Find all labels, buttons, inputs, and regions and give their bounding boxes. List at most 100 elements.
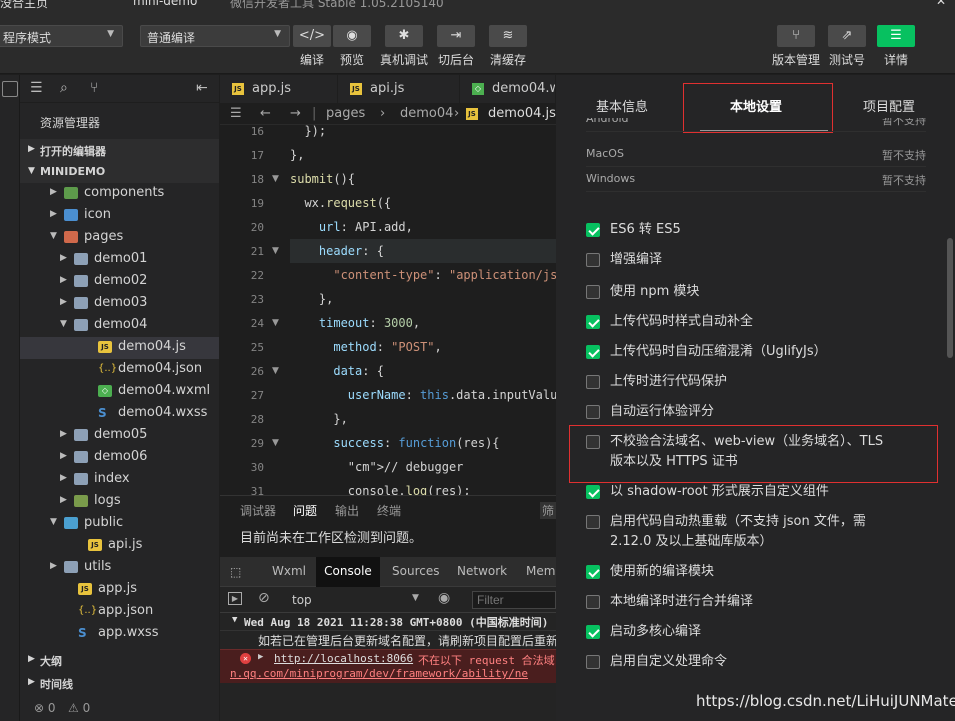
- tab-console[interactable]: Console: [316, 557, 380, 587]
- back-icon[interactable]: ←: [260, 106, 271, 121]
- close-icon[interactable]: ✕: [936, 0, 946, 8]
- tree-folder[interactable]: ▼ pages: [20, 227, 219, 249]
- breadcrumb-item[interactable]: demo04.js: [488, 106, 556, 121]
- tab-wxml[interactable]: Wxml: [272, 564, 306, 578]
- eye-icon[interactable]: ◉: [438, 590, 450, 606]
- log-error-row[interactable]: ✕ ▶ http://localhost:8066 不在以下 request 合…: [220, 649, 556, 683]
- fold-icon[interactable]: ▼: [272, 246, 279, 256]
- tab-sources[interactable]: Sources: [392, 564, 439, 578]
- bug-button[interactable]: ✱ 真机调试: [380, 25, 428, 68]
- tree-file[interactable]: JS demo04.js: [20, 337, 219, 359]
- mode-select[interactable]: 程序模式 ▼: [0, 25, 123, 47]
- tree-folder[interactable]: ▶ demo01: [20, 249, 219, 271]
- log-date-row[interactable]: ▼ Wed Aug 18 2021 11:28:38 GMT+0800 (中国标…: [220, 613, 556, 631]
- log-error-link[interactable]: n.qq.com/miniprogram/dev/framework/abili…: [230, 667, 528, 680]
- collapse-icon[interactable]: ⇤: [196, 80, 208, 96]
- tree-folder[interactable]: ▶ index: [20, 469, 219, 491]
- tree-folder[interactable]: ▶ components: [20, 183, 219, 205]
- settings-scrollbar[interactable]: [947, 238, 953, 358]
- outline-header[interactable]: ▶ 大纲: [20, 649, 219, 671]
- tree-label: demo04.js: [118, 339, 186, 354]
- tab-filter[interactable]: 筛: [540, 502, 557, 519]
- tree-folder[interactable]: ▶ demo06: [20, 447, 219, 469]
- checkbox[interactable]: [586, 375, 600, 389]
- fold-icon[interactable]: ▼: [272, 366, 279, 376]
- tree-folder[interactable]: ▶ demo03: [20, 293, 219, 315]
- checkbox[interactable]: [586, 515, 600, 529]
- search-icon[interactable]: ⌕: [60, 80, 68, 96]
- os-support-row: MacOS 暂不支持: [586, 143, 926, 167]
- tree-file[interactable]: JS app.js: [20, 579, 219, 601]
- timeline-header[interactable]: ▶ 时间线: [20, 672, 219, 694]
- list-icon[interactable]: ☰: [30, 80, 43, 96]
- tree-file[interactable]: ◇ demo04.wxml: [20, 381, 219, 403]
- checkbox[interactable]: [586, 595, 600, 609]
- tab-memory[interactable]: Mem: [526, 564, 555, 578]
- files-icon[interactable]: [2, 81, 18, 97]
- checkbox[interactable]: [586, 655, 600, 669]
- tree-folder[interactable]: ▶ demo02: [20, 271, 219, 293]
- external-button[interactable]: ⇗ 测试号: [823, 25, 871, 68]
- console-filter-input[interactable]: [472, 591, 556, 609]
- checkbox[interactable]: [586, 485, 600, 499]
- open-editors-header[interactable]: ▶ 打开的编辑器: [20, 139, 219, 161]
- checkbox[interactable]: [586, 315, 600, 329]
- project-header[interactable]: ▼ MINIDEMO: [20, 161, 219, 183]
- tree-folder[interactable]: ▶ icon: [20, 205, 219, 227]
- branch-button[interactable]: ⑂ 版本管理: [772, 25, 820, 68]
- editor-tab[interactable]: JS api.js: [338, 75, 460, 103]
- checkbox[interactable]: [586, 625, 600, 639]
- checkbox[interactable]: [586, 253, 600, 267]
- tab-debugger[interactable]: 调试器: [240, 502, 276, 519]
- tab-project-config[interactable]: 项目配置: [863, 96, 915, 115]
- git-branch-icon[interactable]: ⑂: [90, 80, 98, 96]
- breadcrumb-item[interactable]: demo04: [400, 106, 453, 121]
- tree-folder[interactable]: ▼ public: [20, 513, 219, 535]
- tab-terminal[interactable]: 终端: [377, 502, 401, 519]
- console-filter-bar: ▶ ⊘ top ▼ ◉: [220, 587, 556, 613]
- breadcrumb-item[interactable]: pages: [326, 106, 365, 121]
- tree-file[interactable]: {..} demo04.json: [20, 359, 219, 381]
- checkbox[interactable]: [586, 565, 600, 579]
- checkbox[interactable]: [586, 223, 600, 237]
- tree-folder[interactable]: ▶ logs: [20, 491, 219, 513]
- fold-icon[interactable]: ▼: [272, 174, 279, 184]
- eye-button[interactable]: ◉ 预览: [328, 25, 376, 68]
- tab-problems[interactable]: 问题: [293, 502, 317, 519]
- checkbox[interactable]: [586, 405, 600, 419]
- tree-file[interactable]: Sdemo04.wxss: [20, 403, 219, 425]
- warning-count[interactable]: ⚠ 0: [68, 701, 90, 715]
- editor-tab[interactable]: ◇ demo04.w: [460, 75, 556, 103]
- list-icon[interactable]: ☰: [230, 106, 242, 121]
- line-number: 17: [250, 149, 264, 162]
- code-area[interactable]: });}, submit(){ wx.request({ url: API.add…: [290, 125, 556, 495]
- tree-label: demo04.wxml: [118, 383, 211, 398]
- inspect-icon[interactable]: ⬚: [230, 565, 241, 579]
- switch-button[interactable]: ⇥ 切后台: [432, 25, 480, 68]
- menu-button[interactable]: ☰ 详情: [872, 25, 920, 68]
- tab-output[interactable]: 输出: [335, 502, 359, 519]
- tree-file[interactable]: JS api.js: [20, 535, 219, 557]
- tree-folder[interactable]: ▶ demo05: [20, 425, 219, 447]
- tree-file[interactable]: Sapp.wxss: [20, 623, 219, 645]
- checkbox[interactable]: [586, 345, 600, 359]
- editor-tab[interactable]: JS app.js: [220, 75, 338, 103]
- tree-folder[interactable]: ▼ demo04: [20, 315, 219, 337]
- checkbox[interactable]: [586, 285, 600, 299]
- clear-icon[interactable]: ⊘: [258, 590, 270, 606]
- fold-icon[interactable]: ▼: [272, 318, 279, 328]
- error-count[interactable]: ⊗ 0: [34, 701, 56, 715]
- tree-folder[interactable]: ▶ utils: [20, 557, 219, 579]
- compile-select[interactable]: 普通编译 ▼: [140, 25, 290, 47]
- sidebar-toggle-icon[interactable]: ▶: [228, 592, 242, 605]
- tree-file[interactable]: {..} app.json: [20, 601, 219, 623]
- layers-button[interactable]: ≋ 清缓存: [484, 25, 532, 68]
- tab-network[interactable]: Network: [457, 564, 507, 578]
- option-label: 启用代码自动热重载（不支持 json 文件，需: [610, 514, 866, 529]
- chevron-down-icon: ▼: [412, 593, 419, 603]
- context-select[interactable]: top: [292, 593, 312, 607]
- fold-icon[interactable]: ▼: [272, 438, 279, 448]
- log-error-url[interactable]: http://localhost:8066: [274, 652, 413, 665]
- tab-basic-info[interactable]: 基本信息: [596, 96, 648, 115]
- forward-icon[interactable]: →: [290, 106, 301, 121]
